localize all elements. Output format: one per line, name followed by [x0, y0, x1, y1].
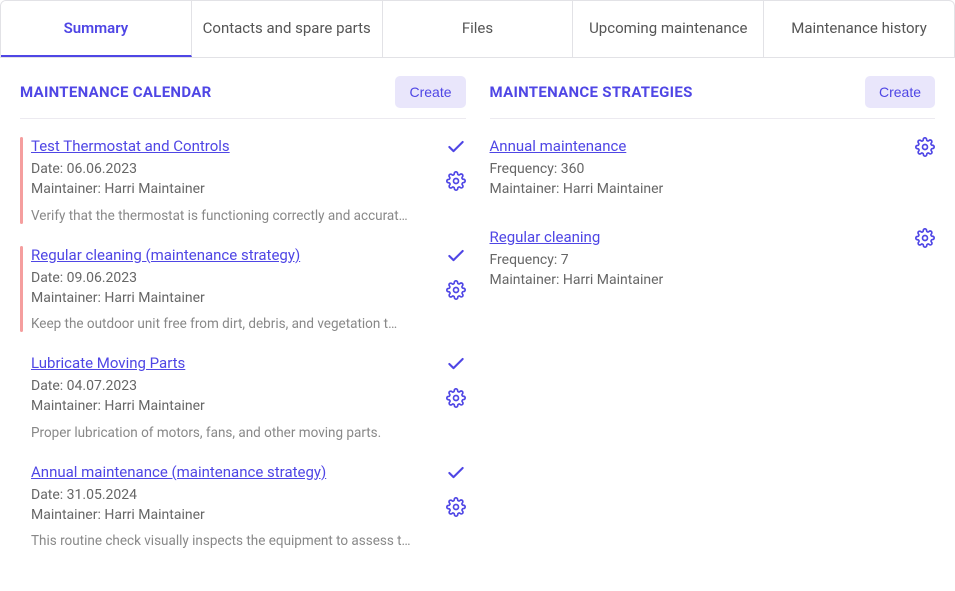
strategy-item-frequency: Frequency: 360 — [490, 159, 908, 179]
tab-bar: SummaryContacts and spare partsFilesUpco… — [0, 0, 955, 58]
strategy-item-title[interactable]: Regular cleaning — [490, 228, 601, 246]
calendar-item-date: Date: 06.06.2023 — [31, 159, 438, 179]
strategy-item: Annual maintenance Frequency: 360Maintain… — [490, 137, 936, 200]
calendar-item-title[interactable]: Lubricate Moving Parts — [31, 354, 185, 372]
calendar-item-date: Date: 31.05.2024 — [31, 485, 438, 505]
check-icon[interactable] — [446, 246, 466, 270]
strategies-column: MAINTENANCE STRATEGIES Create Annual mai… — [490, 76, 936, 571]
calendar-item-description: This routine check visually inspects the… — [31, 533, 438, 549]
calendar-create-button[interactable]: Create — [395, 76, 465, 108]
calendar-item-date: Date: 09.06.2023 — [31, 268, 438, 288]
calendar-item: Lubricate Moving Parts Date: 04.07.2023Ma… — [20, 354, 466, 441]
strategy-item-maintainer: Maintainer: Harri Maintainer — [490, 179, 908, 199]
accent-bar — [20, 246, 23, 333]
accent-bar — [20, 354, 23, 441]
tab-upcoming-maintenance[interactable]: Upcoming maintenance — [573, 1, 764, 57]
calendar-item-description: Keep the outdoor unit free from dirt, de… — [31, 316, 438, 332]
divider — [490, 118, 936, 119]
check-icon[interactable] — [446, 463, 466, 487]
gear-icon[interactable] — [915, 145, 935, 161]
calendar-item-maintainer: Maintainer: Harri Maintainer — [31, 396, 438, 416]
tab-summary[interactable]: Summary — [1, 1, 192, 57]
strategy-item-frequency: Frequency: 7 — [490, 250, 908, 270]
calendar-item: Annual maintenance (maintenance strategy… — [20, 463, 466, 550]
calendar-item-description: Proper lubrication of motors, fans, and … — [31, 425, 438, 441]
divider — [20, 118, 466, 119]
check-icon[interactable] — [446, 354, 466, 378]
calendar-item: Test Thermostat and Controls Date: 06.06.… — [20, 137, 466, 224]
gear-icon[interactable] — [446, 497, 466, 521]
tab-maintenance-history[interactable]: Maintenance history — [764, 1, 954, 57]
gear-icon[interactable] — [446, 388, 466, 412]
calendar-item-title[interactable]: Annual maintenance (maintenance strategy… — [31, 463, 326, 481]
strategy-item-title[interactable]: Annual maintenance — [490, 137, 627, 155]
calendar-item-title[interactable]: Regular cleaning (maintenance strategy) — [31, 246, 300, 264]
calendar-item-title[interactable]: Test Thermostat and Controls — [31, 137, 230, 155]
calendar-item: Regular cleaning (maintenance strategy) D… — [20, 246, 466, 333]
accent-bar — [20, 463, 23, 550]
calendar-item-description: Verify that the thermostat is functionin… — [31, 208, 438, 224]
calendar-item-date: Date: 04.07.2023 — [31, 376, 438, 396]
calendar-item-maintainer: Maintainer: Harri Maintainer — [31, 505, 438, 525]
calendar-column: MAINTENANCE CALENDAR Create Test Thermos… — [20, 76, 466, 571]
gear-icon[interactable] — [915, 236, 935, 252]
accent-bar — [20, 137, 23, 224]
strategy-item: Regular cleaning Frequency: 7Maintainer: … — [490, 228, 936, 291]
strategies-title: MAINTENANCE STRATEGIES — [490, 83, 693, 101]
calendar-item-maintainer: Maintainer: Harri Maintainer — [31, 288, 438, 308]
gear-icon[interactable] — [446, 280, 466, 304]
calendar-item-maintainer: Maintainer: Harri Maintainer — [31, 179, 438, 199]
tab-files[interactable]: Files — [383, 1, 574, 57]
check-icon[interactable] — [446, 137, 466, 161]
calendar-title: MAINTENANCE CALENDAR — [20, 83, 212, 101]
tab-contacts-and-spare-parts[interactable]: Contacts and spare parts — [192, 1, 383, 57]
gear-icon[interactable] — [446, 171, 466, 195]
strategies-create-button[interactable]: Create — [865, 76, 935, 108]
strategy-item-maintainer: Maintainer: Harri Maintainer — [490, 270, 908, 290]
